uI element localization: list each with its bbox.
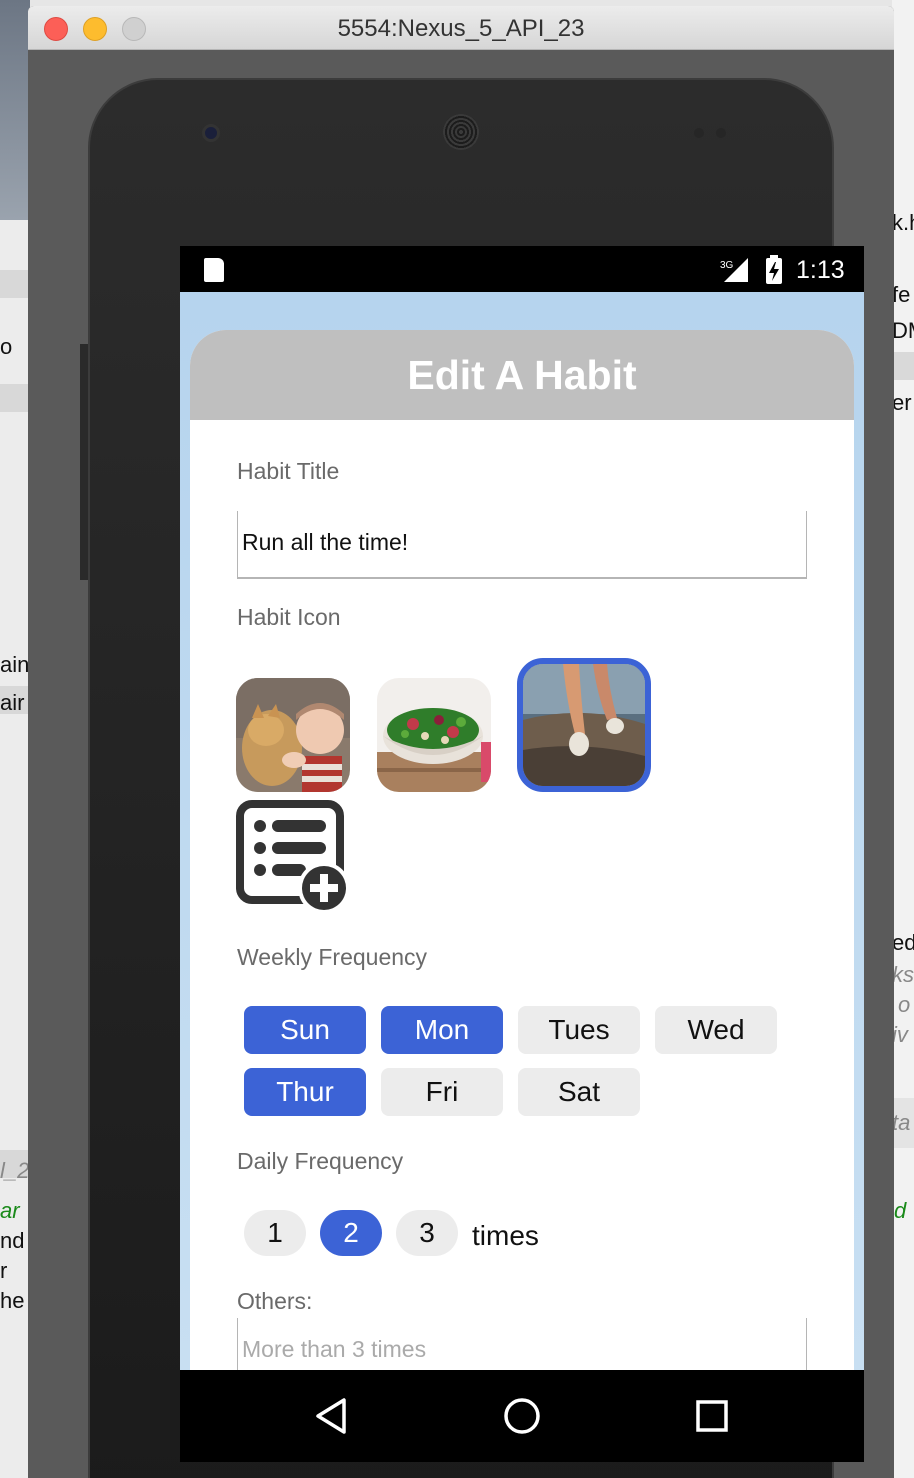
edit-habit-card: Edit A Habit Habit Title Run all the tim… — [190, 330, 854, 1370]
desktop-wallpaper — [0, 0, 30, 220]
front-camera-icon — [202, 124, 220, 142]
left-panel-row — [0, 270, 30, 298]
right-fragment: fe — [892, 282, 911, 307]
right-fragment: d — [894, 1198, 907, 1223]
left-fragment: ar — [0, 1198, 20, 1223]
daily-count-option-1[interactable]: 1 — [244, 1210, 306, 1256]
left-fragment: l_2 — [0, 1158, 30, 1183]
sensor — [694, 128, 704, 138]
window-title: 5554:Nexus_5_API_23 — [337, 15, 585, 42]
left-fragment: o — [0, 334, 13, 359]
background-left-panel — [0, 0, 30, 1478]
right-fragment: ta — [892, 1110, 911, 1135]
left-fragment: nd — [0, 1228, 25, 1253]
times-label: times — [472, 1220, 539, 1251]
day-toggle-mon[interactable]: Mon — [381, 1006, 503, 1054]
running-legs-photo[interactable] — [517, 658, 651, 792]
back-icon[interactable] — [312, 1396, 352, 1436]
sensor — [716, 128, 726, 138]
day-toggle-tues[interactable]: Tues — [518, 1006, 640, 1054]
left-fragment: he — [0, 1288, 25, 1313]
salad-bowl-photo[interactable] — [377, 678, 491, 792]
weekly-frequency-label: Weekly Frequency — [237, 944, 428, 970]
habit-title-label: Habit Title — [237, 458, 340, 484]
phone-screen: 3G 1:13 Edit A Habit Habit Title Run all… — [180, 246, 864, 1462]
sd-card-icon — [204, 258, 224, 282]
emulator-window: 5554:Nexus_5_API_23 3G 1:13 Edit A Habit… — [28, 6, 894, 1478]
left-fragment: r — [0, 1258, 8, 1283]
right-fragment: er — [892, 390, 912, 415]
day-toggle-wed[interactable]: Wed — [655, 1006, 777, 1054]
day-toggle-sun[interactable]: Sun — [244, 1006, 366, 1054]
right-fragment: o — [898, 992, 911, 1017]
others-input[interactable]: More than 3 times — [237, 1318, 807, 1370]
right-fragment: ed — [892, 930, 914, 955]
cell-signal-icon: 3G — [720, 258, 748, 282]
day-toggle-fri[interactable]: Fri — [381, 1068, 503, 1116]
left-panel-row — [0, 384, 30, 412]
right-panel-row — [892, 352, 914, 380]
habit-icon-label: Habit Icon — [237, 604, 341, 630]
day-toggle-sat[interactable]: Sat — [518, 1068, 640, 1116]
left-fragment: ain — [0, 652, 30, 677]
right-fragment: DM — [892, 318, 914, 343]
home-icon[interactable] — [502, 1396, 542, 1436]
speaker-grille — [443, 114, 479, 150]
right-fragment: iv — [892, 1022, 908, 1047]
right-fragment: ks — [892, 962, 914, 987]
day-toggle-thur[interactable]: Thur — [244, 1068, 366, 1116]
app-content: Edit A Habit Habit Title Run all the tim… — [180, 292, 864, 1370]
daily-frequency-label: Daily Frequency — [237, 1148, 404, 1174]
recent-apps-icon[interactable] — [692, 1396, 732, 1436]
left-fragment: air — [0, 690, 25, 715]
daily-count-option-3[interactable]: 3 — [396, 1210, 458, 1256]
card-header: Edit A Habit — [190, 330, 854, 420]
battery-icon — [766, 255, 782, 284]
others-label: Others: — [237, 1288, 313, 1314]
habit-title-input[interactable]: Run all the time! — [237, 511, 807, 579]
volume-button[interactable] — [80, 344, 88, 580]
page-title: Edit A Habit — [407, 351, 637, 398]
daily-count-option-2[interactable]: 2 — [320, 1210, 382, 1256]
add-list-icon[interactable] — [236, 800, 352, 916]
status-bar: 3G 1:13 — [180, 246, 864, 292]
phone-frame: 3G 1:13 Edit A Habit Habit Title Run all… — [80, 78, 864, 1478]
status-clock: 1:13 — [796, 256, 845, 284]
android-nav-bar — [180, 1370, 864, 1462]
cat-and-baby-photo[interactable] — [236, 678, 350, 792]
window-titlebar: 5554:Nexus_5_API_23 — [28, 6, 894, 50]
right-fragment: k.h — [892, 210, 914, 235]
network-type-label: 3G — [720, 260, 734, 271]
